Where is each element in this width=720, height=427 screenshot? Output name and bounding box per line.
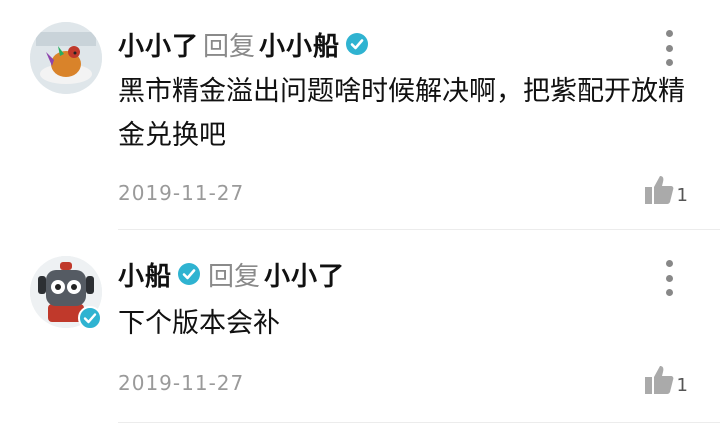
more-options-icon[interactable]	[664, 30, 674, 66]
reply-label: 回复	[208, 261, 261, 292]
reply-to-name[interactable]: 小小了	[264, 256, 345, 293]
like-count: 1	[676, 375, 688, 396]
verified-icon	[346, 33, 369, 55]
author-name[interactable]: 小船	[118, 256, 172, 293]
like-count: 1	[676, 185, 688, 206]
avatar[interactable]	[30, 22, 102, 94]
comment-item: 小船 回复 小小了 下个版本会补 2019-11-27 1	[0, 230, 720, 427]
reply-to-name[interactable]: 小小船	[259, 26, 340, 63]
comment-item: 小小了 回复 小小船 黑市精金溢出问题啥时候解决啊，把紫配开放精金兑换吧 201…	[0, 0, 720, 230]
author-name[interactable]: 小小了	[118, 26, 199, 63]
comment-header: 小船 回复 小小了	[118, 256, 345, 293]
divider	[118, 422, 720, 423]
thumbs-up-icon	[644, 176, 673, 204]
more-options-icon[interactable]	[664, 260, 674, 296]
comment-date: 2019-11-27	[118, 371, 245, 395]
verified-icon	[178, 263, 201, 285]
reply-label: 回复	[203, 31, 256, 62]
thumbs-up-icon	[644, 366, 673, 394]
like-button[interactable]: 1	[643, 174, 688, 206]
comment-date: 2019-11-27	[118, 181, 245, 205]
rooster-dish-avatar-icon	[30, 22, 102, 94]
comment-body: 下个版本会补	[118, 308, 280, 339]
comment-body: 黑市精金溢出问题啥时候解决啊，把紫配开放精金兑换吧	[118, 76, 685, 151]
like-button[interactable]: 1	[643, 364, 688, 396]
verified-icon	[78, 306, 102, 330]
comment-header: 小小了 回复 小小船	[118, 26, 372, 63]
